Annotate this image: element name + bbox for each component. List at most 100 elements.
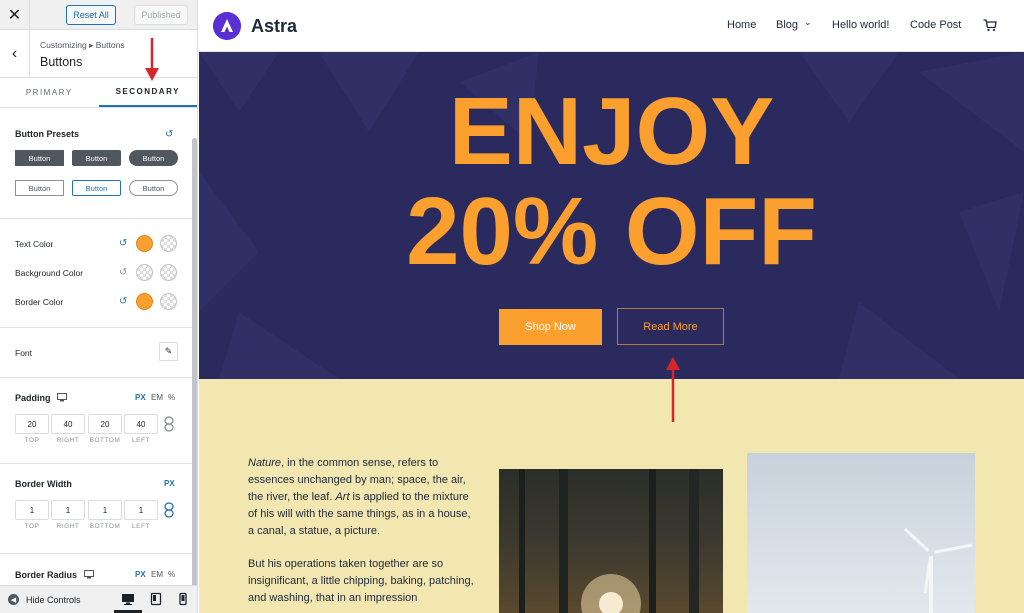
hero-banner: ENJOY 20% OFF Shop Now Read More [199,52,1024,379]
divider [0,553,193,554]
scrollbar[interactable] [192,138,197,613]
unit-em[interactable]: EM [151,393,163,402]
desktop-icon[interactable] [57,393,67,402]
content-section: Nature, in the common sense, refers to e… [199,379,1024,613]
published-button: Published [134,5,188,25]
border-top-caption: TOP [24,523,40,530]
wind-turbine-image [747,453,975,613]
text-color-label: Text Color [15,239,54,249]
reset-icon[interactable]: ↺ [119,296,127,307]
forest-image [499,469,723,613]
close-icon[interactable]: ✕ [0,0,30,30]
hero-heading-line1: ENJOY [448,78,775,185]
customizer-header: ✕ Reset All Published [0,0,197,30]
reset-icon[interactable]: ↺ [119,238,127,249]
forest-illustration [519,469,699,613]
edit-pencil-icon[interactable]: ✎ [159,342,178,361]
text-color-hover-swatch[interactable] [160,235,177,252]
paragraph-emphasis: Art [335,491,350,503]
section-title: Buttons [40,55,83,69]
background-color-hover-swatch[interactable] [160,264,177,281]
nav-blog[interactable]: Blog [776,19,798,31]
unit-percent[interactable]: % [168,570,175,579]
border-top-input[interactable]: 1 [15,500,49,520]
border-width-title: Border Width [15,479,72,489]
site-title[interactable]: Astra [251,16,297,37]
hide-controls-icon[interactable]: ◀ [8,594,19,605]
cart-icon[interactable] [983,19,997,32]
nav-hello-world[interactable]: Hello world! [832,19,889,31]
padding-right-caption: RIGHT [56,437,80,444]
padding-left-caption: LEFT [132,437,150,444]
border-radius-title: Border Radius [15,570,78,580]
customizer-sidebar: ✕ Reset All Published ‹ Customizing ▸ Bu… [0,0,198,613]
unit-px[interactable]: PX [135,570,146,579]
controls-panel: Button Presets ↺ Button Button Button Bu… [0,108,197,613]
preset-filled-pill[interactable]: Button [129,150,178,166]
preset-outline-rounded[interactable]: Button [72,180,121,196]
border-left-caption: LEFT [132,523,150,530]
text-color-swatch[interactable] [136,235,153,252]
padding-top-input[interactable]: 20 [15,414,49,434]
tab-primary[interactable]: PRIMARY [0,78,99,107]
nav-code-post[interactable]: Code Post [910,19,961,31]
breadcrumb: Customizing ▸ Buttons [40,40,125,50]
border-color-swatch[interactable] [136,293,153,310]
tablet-preview-icon[interactable] [149,592,163,606]
padding-bottom-input[interactable]: 20 [88,414,122,434]
padding-title: Padding [15,393,51,403]
border-left-input[interactable]: 1 [124,500,158,520]
font-label: Font [15,348,33,358]
tab-secondary[interactable]: SECONDARY [98,78,197,107]
unit-percent[interactable]: % [168,393,175,402]
annotation-arrow-down [145,38,159,81]
reset-all-button[interactable]: Reset All [66,5,116,25]
divider [0,327,193,328]
paragraph-nature: Nature, in the common sense, refers to e… [248,455,476,540]
wind-turbine-illustration [903,527,973,613]
padding-right-input[interactable]: 40 [51,414,85,434]
unit-em[interactable]: EM [151,570,163,579]
border-color-label: Border Color [15,297,64,307]
link-values-icon[interactable] [164,502,174,518]
desktop-preview-icon[interactable] [121,592,135,606]
nav-home[interactable]: Home [727,19,756,31]
shop-now-button[interactable]: Shop Now [499,309,602,345]
link-values-icon[interactable] [164,416,174,432]
border-right-input[interactable]: 1 [51,500,85,520]
preset-filled-rounded[interactable]: Button [72,150,121,166]
site-header: Astra Home Blog ⌄ Hello world! Code Post [199,0,1024,52]
border-bottom-caption: BOTTOM [89,523,121,530]
border-right-caption: RIGHT [56,523,80,530]
section-header: ‹ Customizing ▸ Buttons Buttons [0,30,197,78]
site-preview: Astra Home Blog ⌄ Hello world! Code Post… [199,0,1024,613]
reset-icon: ↺ [119,267,128,278]
unit-px[interactable]: PX [135,393,146,402]
preset-outline-square[interactable]: Button [15,180,64,196]
hide-controls-button[interactable]: Hide Controls [26,595,81,605]
button-presets-title: Button Presets [15,129,80,139]
background-color-swatch[interactable] [136,264,153,281]
paragraph-emphasis: Nature [248,457,282,469]
border-bottom-input[interactable]: 1 [88,500,122,520]
annotation-arrow-up [666,357,680,422]
padding-left-input[interactable]: 40 [124,414,158,434]
unit-px[interactable]: PX [164,479,175,488]
chevron-down-icon[interactable]: ⌄ [804,17,812,28]
read-more-button[interactable]: Read More [617,308,724,345]
padding-bottom-caption: BOTTOM [89,437,121,444]
border-color-hover-swatch[interactable] [160,293,177,310]
paragraph-operations: But his operations taken together are so… [248,558,474,604]
reset-icon[interactable]: ↺ [165,129,173,140]
preset-filled-square[interactable]: Button [15,150,64,166]
background-color-label: Background Color [15,268,84,278]
divider [0,463,193,464]
padding-top-caption: TOP [24,437,40,444]
back-chevron-icon[interactable]: ‹ [0,30,30,77]
preset-outline-pill[interactable]: Button [129,180,178,196]
hero-heading-line2: 20% OFF [406,178,817,285]
mobile-preview-icon[interactable] [176,592,190,606]
customizer-footer: ◀ Hide Controls [0,585,197,613]
astra-logo-icon[interactable] [213,12,241,40]
desktop-icon[interactable] [84,570,94,579]
